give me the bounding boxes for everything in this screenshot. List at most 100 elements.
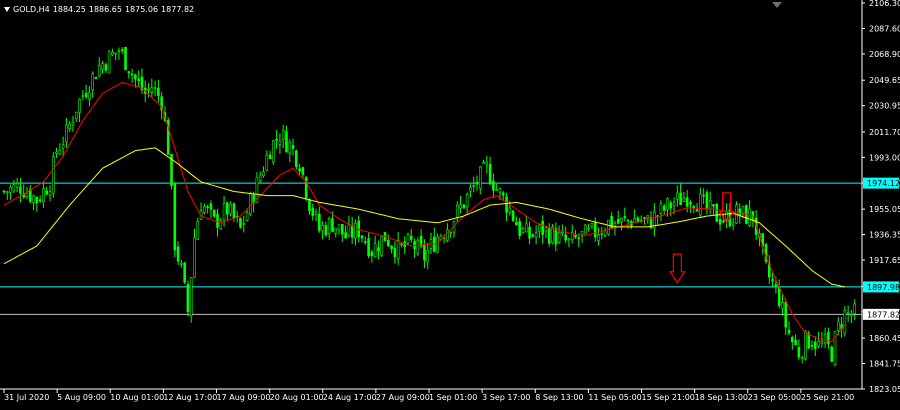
price-tick-label: 2068.90 [869, 50, 900, 59]
candle-body [114, 52, 117, 55]
candle-body [337, 224, 341, 231]
candle-body [193, 237, 196, 278]
candle-body [341, 224, 344, 235]
candle-body [781, 302, 784, 309]
candle-body [708, 200, 712, 210]
candle-body [288, 141, 292, 154]
time-tick-label: 17 Aug 09:00 [217, 393, 271, 402]
candle-body [488, 164, 492, 185]
candle-body [498, 188, 502, 193]
candle-body [827, 331, 830, 345]
candle-body [111, 52, 114, 56]
candle-body [137, 78, 140, 82]
candle-body [590, 223, 594, 227]
candle-body [380, 236, 384, 256]
candle-body [722, 220, 725, 223]
chart-canvas[interactable]: 2106.30 2087.60 2068.90 2049.65 2030.95 2011.… [0, 0, 900, 406]
candle-body [71, 121, 75, 126]
candle-body [222, 203, 226, 221]
candle-body [597, 234, 600, 241]
price-tick-label: 1955.05 [869, 205, 900, 214]
candle-body [15, 183, 19, 188]
candle-body [679, 192, 682, 206]
candle-body [577, 237, 581, 240]
candle-body [515, 222, 518, 226]
candle-body [5, 191, 9, 193]
candle-body [682, 197, 686, 202]
candle-body [150, 87, 154, 93]
candle-body [426, 250, 430, 263]
candle-body [51, 156, 55, 194]
candle-body [239, 218, 242, 228]
candle-body [600, 232, 604, 235]
candle-body [390, 245, 393, 249]
candle-body [275, 139, 278, 141]
candle-body [518, 221, 521, 236]
price-tick-label: 2011.70 [869, 128, 900, 137]
candle-body [557, 231, 561, 243]
candle-body [186, 284, 190, 313]
candle-body [242, 222, 246, 225]
candle-body [823, 334, 827, 344]
candle-body [104, 64, 108, 71]
candle-body [370, 251, 374, 257]
candle-body [541, 221, 544, 235]
candle-body [446, 229, 449, 241]
candle-body [478, 166, 482, 189]
candle-body [45, 190, 49, 195]
candle-body [120, 49, 124, 51]
candle-body [508, 207, 512, 213]
candle-body [134, 74, 137, 80]
candle-body [521, 228, 525, 233]
candle-body [344, 232, 347, 239]
candle-body [794, 339, 797, 346]
candle-body [623, 216, 627, 219]
candle-body [784, 301, 788, 328]
candle-body [314, 211, 318, 215]
candle-body [245, 212, 249, 221]
candle-body [455, 204, 459, 219]
candle-body [774, 284, 778, 287]
candle-body [702, 194, 705, 197]
candle-body [74, 111, 78, 119]
candle-body [485, 161, 489, 165]
candle-body [327, 218, 331, 234]
candle-body [291, 144, 295, 149]
candle-body [268, 154, 272, 160]
candle-body [554, 228, 558, 245]
candle-body [180, 263, 183, 265]
candle-body [65, 124, 68, 143]
candle-body [725, 211, 728, 220]
candle-body [364, 241, 367, 243]
candle-body [308, 198, 311, 212]
candle-body [584, 224, 587, 235]
candle-body [396, 239, 400, 259]
candle-body [501, 192, 505, 196]
price-tick-label: 2087.60 [869, 24, 900, 33]
candle-body [423, 244, 426, 261]
symbol-info: GOLD,H4 1884.25 1886.65 1875.06 1877.82 [4, 3, 194, 15]
trading-chart[interactable]: 2106.30 2087.60 2068.90 2049.65 2030.95 2011.… [0, 0, 900, 406]
symbol-dropdown-icon[interactable] [4, 6, 10, 12]
candle-body [196, 221, 200, 240]
candle-body [666, 198, 669, 210]
price-tick-label: 1917.65 [869, 256, 900, 265]
candle-body [659, 203, 663, 214]
candle-body [232, 203, 236, 219]
candle-body [643, 217, 646, 219]
chart-shift-marker-icon[interactable] [772, 2, 782, 8]
candle-body [189, 277, 193, 316]
price-tick-label: 2106.30 [869, 0, 900, 8]
candle-body [689, 202, 692, 205]
time-tick-label: 20 Aug 01:00 [270, 393, 324, 402]
candle-body [61, 144, 65, 149]
candle-body [505, 196, 508, 213]
candle-body [538, 224, 541, 232]
candle-body [124, 47, 127, 71]
candle-body [547, 228, 551, 244]
price-tick-label: 1841.75 [869, 360, 900, 369]
candle-body [377, 247, 380, 252]
candle-body [544, 227, 548, 232]
time-tick-label: 11 Sep 05:00 [588, 393, 641, 402]
candle-body [616, 219, 620, 224]
